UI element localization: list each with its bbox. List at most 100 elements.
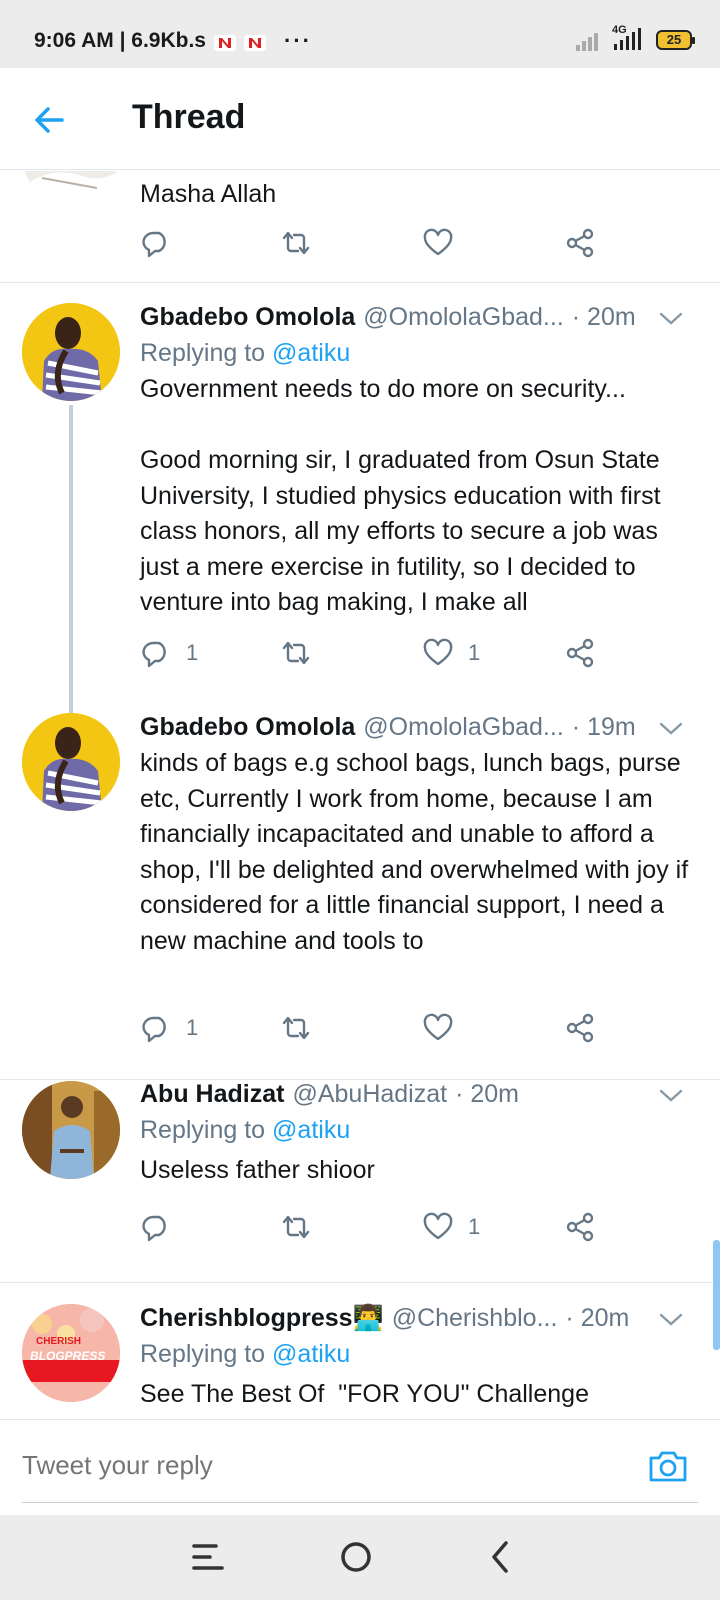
retweet-button[interactable] [280,1012,312,1044]
tweet-text: Masha Allah [140,180,277,208]
tweet-time: · 20m [565,1304,630,1332]
avatar-logo-text: CHERISH [36,1336,82,1347]
like-button[interactable] [422,227,454,259]
camera-icon[interactable] [646,1444,690,1488]
tweet-item[interactable]: Abu Hadizat @AbuHadizat · 20m Replying t… [0,1080,720,1281]
chevron-down-icon[interactable] [658,1312,684,1328]
status-time-speed: 9:06 AM | 6.9Kb.s [34,29,206,52]
tweet-header: Cherishblogpress👨‍💻 @Cherishblo... · 20m [140,1304,629,1333]
reply-count: 1 [186,1015,199,1040]
reply-icon [142,1215,166,1242]
chevron-down-icon[interactable] [658,1088,684,1104]
avatar[interactable] [22,303,120,401]
reply-icon [142,641,166,668]
tweet-item[interactable]: Gbadebo Omolola @OmololaGbad... · 20m Re… [0,283,720,713]
share-button[interactable] [564,1211,596,1243]
replying-to: Replying to @atiku [140,339,350,368]
retweet-icon [282,1016,310,1040]
status-bar: 9:06 AM | 6.9Kb.s ··· 4G 25 [0,0,720,68]
reply-button[interactable]: 1 [140,637,198,669]
chevron-down-icon[interactable] [658,721,684,737]
heart-icon [423,228,453,256]
mention-link[interactable]: @atiku [272,1340,350,1368]
retweet-button[interactable] [280,227,312,259]
battery-level: 25 [666,32,682,47]
tweet-actions: 1 1 [140,637,620,673]
tweet-text: Useless father shioor [140,1156,375,1184]
heart-icon [423,638,453,666]
tweet-header: Gbadebo Omolola @OmololaGbad... · 20m [140,303,636,332]
avatar[interactable] [22,713,120,811]
author-handle[interactable]: @OmololaGbad... [363,713,563,742]
retweet-icon [282,231,310,255]
replying-prefix: Replying to [140,1340,273,1368]
author-name[interactable]: Abu Hadizat [140,1080,284,1109]
author-handle[interactable]: @Cherishblo... [392,1304,558,1333]
replying-prefix: Replying to [140,339,273,367]
tweet-reply-input[interactable] [22,1450,582,1481]
avatar[interactable] [22,171,120,204]
like-button[interactable]: 1 [422,1211,480,1243]
mention-link[interactable]: @atiku [272,339,350,367]
reply-button[interactable] [140,227,172,259]
back-arrow-icon[interactable] [28,98,72,142]
like-count: 1 [468,1214,481,1239]
retweet-button[interactable] [280,637,312,669]
notification-n-icon [214,33,236,51]
share-icon [566,228,594,258]
retweet-icon [282,641,310,665]
menu-icon[interactable] [186,1535,230,1579]
tweet-text: See The Best Of "FOR YOU" Challenge [140,1380,589,1408]
tweet-header: Abu Hadizat @AbuHadizat · 20m [140,1080,519,1109]
share-icon [566,1013,594,1043]
status-right: 4G 25 [576,24,695,52]
heart-icon [423,1212,453,1240]
tweet-time: · 19m [571,713,636,741]
share-button[interactable] [564,637,596,669]
author-name[interactable]: Gbadebo Omolola [140,303,355,332]
avatar[interactable]: CHERISH BLOGPRESS [22,1304,120,1402]
share-icon [566,638,594,668]
page-title: Thread [132,98,246,136]
tweet-text: Government needs to do more on security.… [140,375,661,616]
home-circle-icon[interactable] [334,1535,378,1579]
mention-link[interactable]: @atiku [272,1116,350,1144]
retweet-button[interactable] [280,1211,312,1243]
share-icon [566,1212,594,1242]
replying-to: Replying to @atiku [140,1340,350,1369]
tweet-text: kinds of bags e.g school bags, lunch bag… [140,749,696,955]
author-name[interactable]: Cherishblogpress👨‍💻 [140,1304,384,1333]
like-button[interactable] [422,1012,454,1044]
scrollbar[interactable] [713,1240,720,1350]
status-left: 9:06 AM | 6.9Kb.s ··· [34,28,312,54]
network-4g-icon: 4G [612,24,646,52]
like-count: 1 [468,640,481,665]
reply-icon [142,1016,166,1043]
reply-button[interactable] [140,1211,172,1243]
like-button[interactable]: 1 [422,637,480,669]
thread-feed[interactable]: Masha Allah Gbadebo Omolola @OmololaGbad… [0,171,720,1419]
author-handle[interactable]: @AbuHadizat [292,1080,447,1109]
avatar[interactable] [22,1081,120,1179]
author-handle[interactable]: @OmololaGbad... [363,303,563,332]
tweet-item[interactable]: Masha Allah [0,171,720,282]
tweet-item[interactable]: CHERISH BLOGPRESS Cherishblogpress👨‍💻 @C… [0,1283,720,1419]
share-button[interactable] [564,1012,596,1044]
reply-icon [142,231,166,258]
battery-icon: 25 [656,30,695,50]
notification-n-icon [244,33,266,51]
reply-count: 1 [186,640,199,665]
reply-button[interactable]: 1 [140,1012,198,1044]
signal-icon [576,33,598,51]
thread-connector [69,405,73,713]
app-header: Thread [0,68,720,170]
avatar-logo-text: BLOGPRESS [30,1349,106,1363]
chevron-down-icon[interactable] [658,311,684,327]
tweet-item[interactable]: Gbadebo Omolola @OmololaGbad... · 19m ki… [0,713,720,1058]
tweet-actions: 1 [140,1211,620,1247]
back-chevron-icon[interactable] [480,1535,524,1579]
tweet-time: · 20m [571,303,636,331]
author-name[interactable]: Gbadebo Omolola [140,713,355,742]
replying-prefix: Replying to [140,1116,273,1144]
share-button[interactable] [564,227,596,259]
